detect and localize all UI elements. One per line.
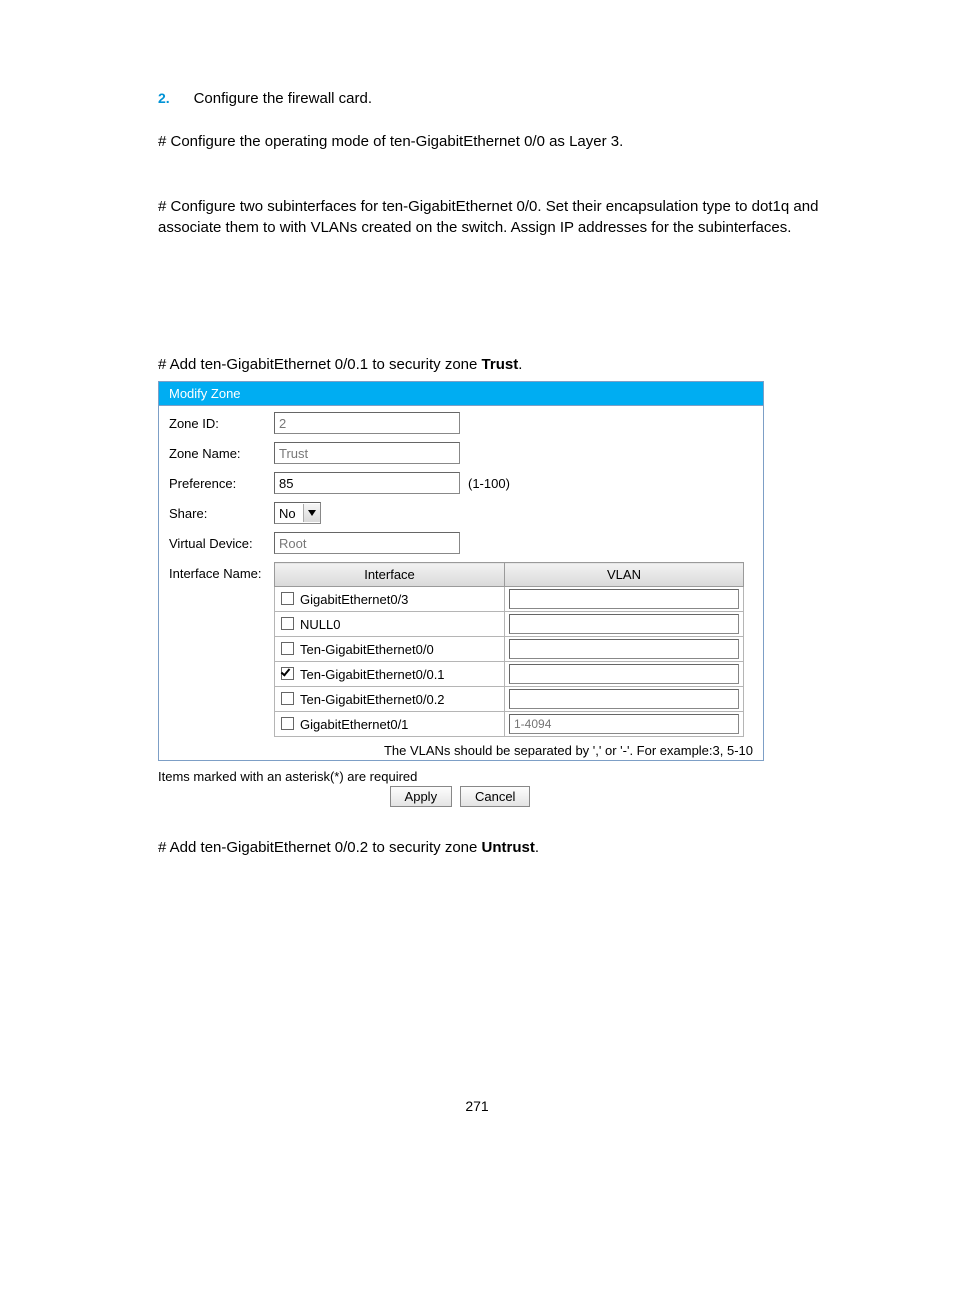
row-virtual-device: Virtual Device: bbox=[159, 526, 763, 556]
vlan-hint: The VLANs should be separated by ',' or … bbox=[159, 739, 763, 760]
checkbox[interactable] bbox=[281, 592, 294, 605]
checkbox[interactable] bbox=[281, 642, 294, 655]
paragraph-3-pre: # Add ten-GigabitEthernet 0/0.1 to secur… bbox=[158, 356, 482, 373]
table-row: Ten-GigabitEthernet0/0.2 bbox=[275, 687, 744, 712]
vlan-cell bbox=[505, 687, 744, 712]
iface-name: GigabitEthernet0/1 bbox=[300, 717, 408, 732]
paragraph-1: # Configure the operating mode of ten-Gi… bbox=[158, 131, 854, 152]
iface-name: Ten-GigabitEthernet0/0 bbox=[300, 642, 434, 657]
iface-name: GigabitEthernet0/3 bbox=[300, 592, 408, 607]
vlan-input[interactable] bbox=[509, 639, 739, 659]
input-preference[interactable] bbox=[274, 472, 460, 494]
th-vlan: VLAN bbox=[505, 563, 744, 587]
table-row: GigabitEthernet0/3 bbox=[275, 587, 744, 612]
chevron-down-icon bbox=[303, 504, 320, 522]
step-line: 2. Configure the firewall card. bbox=[158, 90, 854, 107]
row-share: Share: No bbox=[159, 496, 763, 526]
select-share[interactable]: No bbox=[274, 502, 321, 524]
cancel-button[interactable]: Cancel bbox=[460, 786, 530, 807]
input-zone-id[interactable] bbox=[274, 412, 460, 434]
label-interface-name: Interface Name: bbox=[169, 562, 274, 581]
label-preference: Preference: bbox=[169, 476, 274, 491]
label-zone-id: Zone ID: bbox=[169, 416, 274, 431]
vlan-input[interactable] bbox=[509, 589, 739, 609]
checkbox[interactable] bbox=[281, 667, 294, 680]
vlan-input[interactable] bbox=[509, 714, 739, 734]
input-virtual-device[interactable] bbox=[274, 532, 460, 554]
required-note: Items marked with an asterisk(*) are req… bbox=[158, 769, 854, 784]
vlan-cell bbox=[505, 587, 744, 612]
vlan-cell bbox=[505, 612, 744, 637]
interface-table: Interface VLAN GigabitEthernet0/3 NULL0 Te… bbox=[274, 562, 744, 737]
select-share-value: No bbox=[275, 506, 303, 521]
step-text: Configure the firewall card. bbox=[194, 90, 372, 107]
panel-header: Modify Zone bbox=[159, 382, 763, 406]
paragraph-4-pre: # Add ten-GigabitEthernet 0/0.2 to secur… bbox=[158, 839, 482, 856]
checkbox[interactable] bbox=[281, 692, 294, 705]
iface-cell: Ten-GigabitEthernet0/0.2 bbox=[275, 687, 505, 712]
checkbox[interactable] bbox=[281, 717, 294, 730]
paragraph-3: # Add ten-GigabitEthernet 0/0.1 to secur… bbox=[158, 354, 854, 375]
iface-name: Ten-GigabitEthernet0/0.2 bbox=[300, 692, 445, 707]
iface-cell: GigabitEthernet0/1 bbox=[275, 712, 505, 737]
paragraph-3-post: . bbox=[518, 356, 522, 373]
iface-cell: Ten-GigabitEthernet0/0.1 bbox=[275, 662, 505, 687]
iface-name: Ten-GigabitEthernet0/0.1 bbox=[300, 667, 445, 682]
iface-cell: NULL0 bbox=[275, 612, 505, 637]
iface-name: NULL0 bbox=[300, 617, 340, 632]
row-zone-name: Zone Name: bbox=[159, 436, 763, 466]
paragraph-4: # Add ten-GigabitEthernet 0/0.2 to secur… bbox=[158, 837, 854, 858]
table-row: Ten-GigabitEthernet0/0.1 bbox=[275, 662, 744, 687]
row-zone-id: Zone ID: bbox=[159, 406, 763, 436]
vlan-cell bbox=[505, 637, 744, 662]
paragraph-3-bold: Trust bbox=[482, 356, 519, 373]
vlan-cell bbox=[505, 662, 744, 687]
page-number: 271 bbox=[100, 1098, 854, 1114]
label-zone-name: Zone Name: bbox=[169, 446, 274, 461]
apply-button[interactable]: Apply bbox=[390, 786, 453, 807]
button-row: Apply Cancel bbox=[158, 786, 762, 807]
preference-range: (1-100) bbox=[468, 476, 510, 491]
row-interface-name: Interface Name: Interface VLAN GigabitEt… bbox=[159, 556, 763, 739]
iface-cell: Ten-GigabitEthernet0/0 bbox=[275, 637, 505, 662]
vlan-input[interactable] bbox=[509, 614, 739, 634]
th-interface: Interface bbox=[275, 563, 505, 587]
input-zone-name[interactable] bbox=[274, 442, 460, 464]
checkbox[interactable] bbox=[281, 617, 294, 630]
table-row: Ten-GigabitEthernet0/0 bbox=[275, 637, 744, 662]
paragraph-4-post: . bbox=[535, 839, 539, 856]
modify-zone-panel: Modify Zone Zone ID: Zone Name: Preferen… bbox=[158, 381, 764, 761]
step-number: 2. bbox=[158, 90, 170, 106]
iface-cell: GigabitEthernet0/3 bbox=[275, 587, 505, 612]
vlan-input[interactable] bbox=[509, 664, 739, 684]
row-preference: Preference: (1-100) bbox=[159, 466, 763, 496]
table-row: NULL0 bbox=[275, 612, 744, 637]
vlan-input[interactable] bbox=[509, 689, 739, 709]
label-share: Share: bbox=[169, 506, 274, 521]
paragraph-4-bold: Untrust bbox=[482, 839, 535, 856]
table-row: GigabitEthernet0/1 bbox=[275, 712, 744, 737]
label-virtual-device: Virtual Device: bbox=[169, 536, 274, 551]
vlan-cell bbox=[505, 712, 744, 737]
paragraph-2: # Configure two subinterfaces for ten-Gi… bbox=[158, 196, 854, 238]
